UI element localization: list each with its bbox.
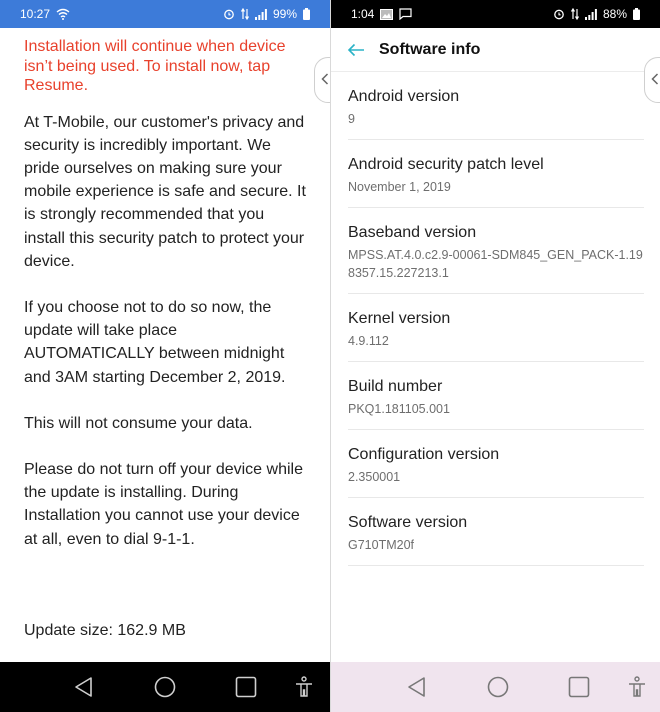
chevron-left-icon xyxy=(321,72,329,88)
info-item-software-version[interactable]: Software version G710TM20f xyxy=(348,498,644,566)
nav-back-button[interactable] xyxy=(72,675,96,699)
wifi-icon xyxy=(56,8,70,20)
nav-home-button[interactable] xyxy=(153,675,177,699)
navigation-bar xyxy=(0,662,330,712)
battery-icon xyxy=(303,8,310,20)
status-time: 10:27 xyxy=(20,7,51,21)
right-screen: 1:04 88% Software info Android version 9… xyxy=(330,0,660,712)
info-value: MPSS.AT.4.0.c2.9-00061-SDM845_GEN_PACK-1… xyxy=(348,248,643,280)
info-value: 4.9.112 xyxy=(348,334,389,348)
info-title: Android version xyxy=(348,88,460,105)
nav-recents-button[interactable] xyxy=(567,675,591,699)
app-bar: Software info xyxy=(331,28,660,72)
recents-square-icon xyxy=(235,676,257,698)
info-value: November 1, 2019 xyxy=(348,180,451,194)
info-title: Android security patch level xyxy=(348,156,544,173)
data-arrows-icon xyxy=(570,8,579,20)
info-item-android-version[interactable]: Android version 9 xyxy=(348,72,644,140)
back-triangle-icon xyxy=(408,677,425,697)
battery-icon xyxy=(633,8,640,20)
do-not-turn-off-paragraph: Please do not turn off your device while… xyxy=(24,460,303,548)
privacy-paragraph: At T-Mobile, our customer's privacy and … xyxy=(24,113,306,270)
software-info-list: Android version 9 Android security patch… xyxy=(331,72,660,566)
data-usage-paragraph: This will not consume your data. xyxy=(24,414,253,432)
chevron-left-icon xyxy=(651,72,659,88)
status-time: 1:04 xyxy=(351,7,375,21)
update-size: Update size: 162.9 MB xyxy=(24,622,186,639)
info-item-build-number[interactable]: Build number PKQ1.181105.001 xyxy=(348,362,644,430)
auto-update-paragraph: If you choose not to do so now, the upda… xyxy=(24,298,286,386)
back-triangle-icon xyxy=(75,677,92,697)
page-title: Software info xyxy=(379,40,481,58)
install-warning: Installation will continue when device i… xyxy=(24,38,286,94)
home-circle-icon xyxy=(487,676,509,698)
signal-icon xyxy=(254,8,267,20)
info-title: Build number xyxy=(348,378,443,395)
nav-accessibility-button[interactable] xyxy=(292,675,316,699)
gallery-notification-icon xyxy=(380,8,394,20)
info-title: Baseband version xyxy=(348,224,477,241)
message-notification-icon xyxy=(399,8,412,20)
info-title: Kernel version xyxy=(348,310,451,327)
info-value: 9 xyxy=(348,112,355,126)
info-value: PKQ1.181105.001 xyxy=(348,402,450,416)
left-screen: 10:27 99% Installation will continue whe… xyxy=(0,0,330,712)
status-bar: 10:27 99% xyxy=(0,0,330,28)
accessibility-icon xyxy=(629,676,645,697)
data-arrows-icon xyxy=(240,8,249,20)
back-arrow-icon[interactable] xyxy=(345,39,367,61)
info-item-configuration-version[interactable]: Configuration version 2.350001 xyxy=(348,430,644,498)
info-value: G710TM20f xyxy=(348,538,415,552)
signal-icon xyxy=(584,8,597,20)
battery-percent: 99% xyxy=(272,7,297,21)
status-bar: 1:04 88% xyxy=(331,0,660,28)
info-title: Software version xyxy=(348,514,468,531)
navigation-bar xyxy=(331,662,660,712)
edge-panel-handle[interactable] xyxy=(314,57,330,103)
alarm-icon xyxy=(223,8,235,20)
nav-accessibility-button[interactable] xyxy=(625,675,649,699)
nav-recents-button[interactable] xyxy=(234,675,258,699)
info-item-security-patch[interactable]: Android security patch level November 1,… xyxy=(348,140,644,208)
info-item-baseband-version[interactable]: Baseband version MPSS.AT.4.0.c2.9-00061-… xyxy=(348,208,644,294)
home-circle-icon xyxy=(154,676,176,698)
alarm-icon xyxy=(553,8,565,20)
info-item-kernel-version[interactable]: Kernel version 4.9.112 xyxy=(348,294,644,362)
edge-panel-handle[interactable] xyxy=(644,57,660,103)
update-message: Installation will continue when device i… xyxy=(0,28,330,551)
nav-back-button[interactable] xyxy=(405,675,429,699)
nav-home-button[interactable] xyxy=(486,675,510,699)
accessibility-icon xyxy=(296,676,312,697)
battery-percent: 88% xyxy=(602,7,627,21)
info-value: 2.350001 xyxy=(348,470,401,484)
recents-square-icon xyxy=(568,676,590,698)
info-title: Configuration version xyxy=(348,446,500,463)
